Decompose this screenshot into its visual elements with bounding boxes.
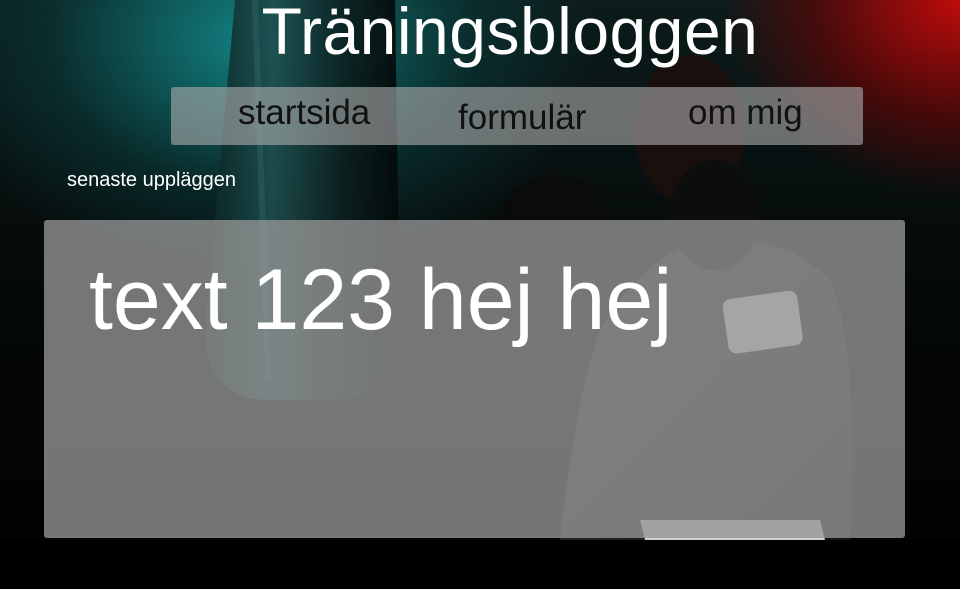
main-nav: startsida formulär om mig bbox=[171, 87, 863, 145]
post-text: text 123 hej hej bbox=[89, 252, 673, 348]
latest-posts-heading: senaste uppläggen bbox=[67, 169, 237, 191]
footer-band bbox=[0, 540, 960, 589]
nav-link-startsida[interactable]: startsida bbox=[238, 93, 370, 133]
post-card: text 123 hej hej bbox=[44, 220, 905, 538]
site-title: Träningsbloggen bbox=[261, 0, 759, 68]
nav-link-om-mig[interactable]: om mig bbox=[688, 93, 803, 133]
nav-link-formular[interactable]: formulär bbox=[458, 98, 586, 138]
